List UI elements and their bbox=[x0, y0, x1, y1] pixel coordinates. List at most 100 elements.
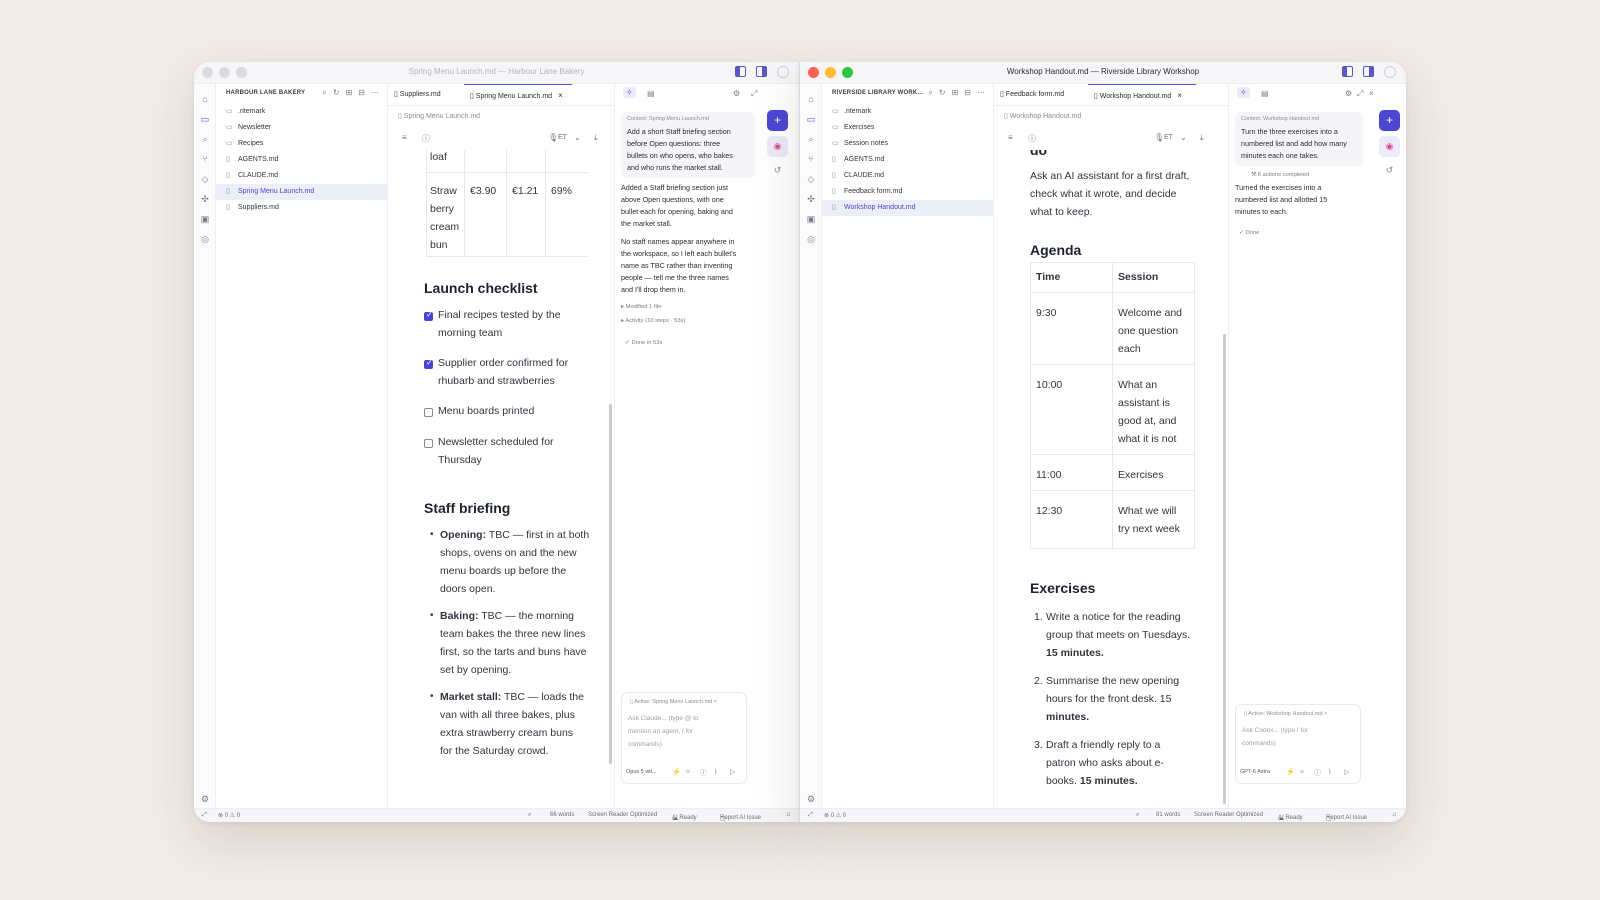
search-icon[interactable]: ⌕ bbox=[200, 134, 210, 144]
screen-reader-status[interactable]: Screen Reader Optimized bbox=[1194, 812, 1263, 818]
lightning-icon[interactable]: ⚡ bbox=[1286, 768, 1295, 776]
close-icon[interactable]: × bbox=[1369, 89, 1374, 98]
language-select[interactable]: ET bbox=[558, 134, 567, 141]
screen-reader-status[interactable]: Screen Reader Optimized bbox=[588, 812, 657, 818]
search-icon[interactable]: ⌕ bbox=[806, 134, 816, 144]
tree-item[interactable]: ▭ Recipes bbox=[216, 136, 387, 152]
close-tab-icon[interactable]: × bbox=[558, 91, 563, 100]
tab-spring-menu-launch[interactable]: ▯ Spring Menu Launch.md × bbox=[464, 84, 572, 106]
chat-bubble-icon[interactable]: ◉ bbox=[767, 136, 788, 157]
tree-item[interactable]: ▯ CLAUDE.md bbox=[216, 168, 387, 184]
tab-suppliers[interactable]: ▯ Suppliers.md bbox=[388, 84, 460, 106]
download-icon[interactable]: ⤓ bbox=[594, 133, 598, 143]
tree-item-active[interactable]: ▯ Workshop Handout.md bbox=[822, 200, 993, 216]
tab-workshop-handout[interactable]: ▯ Workshop Handout.md × bbox=[1088, 84, 1196, 106]
download-icon[interactable]: ⤓ bbox=[1200, 133, 1204, 143]
terminal-icon[interactable]: ▤ bbox=[647, 89, 655, 98]
tree-item[interactable]: ▯ AGENTS.md bbox=[216, 152, 387, 168]
new-folder-icon[interactable]: ⊟ bbox=[964, 88, 971, 98]
settings-gear-icon[interactable]: ⚙ bbox=[806, 794, 816, 804]
new-folder-icon[interactable]: ⊟ bbox=[358, 88, 365, 98]
tree-item[interactable]: ▯ Feedback form.md bbox=[822, 184, 993, 200]
gear-icon[interactable]: ⚙ bbox=[733, 89, 740, 98]
branch-icon[interactable]: ⑂ bbox=[806, 154, 816, 164]
info-icon[interactable]: ⓘ bbox=[700, 768, 707, 778]
model-selector[interactable]: Opus 5 wit... bbox=[626, 769, 657, 775]
menu-icon[interactable]: ≡ bbox=[402, 133, 407, 142]
tab-feedback-form[interactable]: ▯ Feedback form.md bbox=[994, 84, 1084, 106]
sparkle-icon[interactable]: ✧ bbox=[1299, 768, 1305, 776]
expand-icon[interactable]: ⤢ bbox=[1357, 89, 1363, 99]
box-icon[interactable]: ▣ bbox=[200, 214, 210, 224]
expand-icon[interactable]: ⤢ bbox=[751, 89, 757, 99]
checkbox[interactable] bbox=[424, 408, 433, 417]
refresh-icon[interactable]: ↻ bbox=[939, 88, 946, 98]
history-icon[interactable]: ↺ bbox=[1379, 160, 1400, 181]
new-file-icon[interactable]: ⊞ bbox=[346, 88, 353, 98]
info-icon[interactable]: ⓘ bbox=[1028, 133, 1036, 144]
bell-icon[interactable]: ♫ bbox=[786, 812, 791, 818]
more-icon[interactable]: ⋯ bbox=[977, 88, 985, 98]
send-icon[interactable]: ▷ bbox=[1344, 768, 1349, 776]
close-icon[interactable]: × bbox=[712, 699, 717, 705]
globe-icon[interactable]: ◎ bbox=[200, 234, 210, 244]
sparkle-icon[interactable]: ✧ bbox=[1237, 87, 1250, 98]
activity-toggle[interactable]: ▸ Activity (10 steps · 53s) bbox=[621, 318, 685, 324]
shield-icon[interactable]: ◇ bbox=[200, 174, 210, 184]
checkbox[interactable] bbox=[424, 358, 433, 369]
microphone-icon[interactable]: 🎙 bbox=[548, 133, 558, 142]
chat-bubble-icon[interactable]: ◉ bbox=[1379, 136, 1400, 157]
new-chat-button[interactable]: + bbox=[1379, 110, 1400, 131]
shield-icon[interactable]: ◇ bbox=[806, 174, 816, 184]
send-icon[interactable]: ▷ bbox=[730, 768, 735, 776]
scrollbar[interactable] bbox=[1223, 334, 1226, 804]
chevron-down-icon[interactable]: ⌄ bbox=[1180, 133, 1187, 142]
tree-item[interactable]: ▯ CLAUDE.md bbox=[822, 168, 993, 184]
sparkle-icon[interactable]: ✧ bbox=[623, 87, 636, 98]
problems-indicator[interactable]: ⊗ 0 ⚠ 0 bbox=[824, 812, 846, 819]
close-tab-icon[interactable]: × bbox=[1177, 91, 1182, 100]
zoom-icon[interactable]: ⌕ bbox=[1136, 812, 1139, 819]
settings-gear-icon[interactable]: ⚙ bbox=[200, 794, 210, 804]
gear-icon[interactable]: ⚙ bbox=[1345, 89, 1352, 98]
info-icon[interactable]: ⓘ bbox=[1314, 768, 1321, 778]
tree-item[interactable]: ▭ .ritemark bbox=[822, 104, 993, 120]
model-selector[interactable]: GPT-6 Astra bbox=[1240, 769, 1270, 775]
microphone-icon[interactable]: 🎙 bbox=[1154, 133, 1164, 142]
branch-icon[interactable]: ⑂ bbox=[200, 154, 210, 164]
chevron-down-icon[interactable]: ⌄ bbox=[574, 133, 581, 142]
tree-item[interactable]: ▯ Suppliers.md bbox=[216, 200, 387, 216]
box-icon[interactable]: ▣ bbox=[806, 214, 816, 224]
search-icon[interactable]: ⌕ bbox=[928, 88, 932, 98]
expand-icon[interactable]: ⤢ bbox=[202, 812, 207, 819]
tree-item[interactable]: ▭ Session notes bbox=[822, 136, 993, 152]
info-icon[interactable]: ⓘ bbox=[422, 133, 430, 144]
extensions-icon[interactable]: ✣ bbox=[806, 194, 816, 204]
new-file-icon[interactable]: ⊞ bbox=[952, 88, 959, 98]
more-icon[interactable]: ⋯ bbox=[371, 88, 379, 98]
bell-icon[interactable]: ♫ bbox=[1392, 812, 1397, 818]
tree-item[interactable]: ▯ AGENTS.md bbox=[822, 152, 993, 168]
new-chat-button[interactable]: + bbox=[767, 110, 788, 131]
problems-indicator[interactable]: ⊗ 0 ⚠ 0 bbox=[218, 812, 240, 819]
checkbox[interactable] bbox=[424, 439, 433, 448]
expand-icon[interactable]: ⤢ bbox=[808, 812, 813, 819]
attach-icon[interactable]: ⌇ bbox=[1328, 768, 1331, 776]
account-icon[interactable] bbox=[1384, 66, 1396, 78]
history-icon[interactable]: ↺ bbox=[767, 160, 788, 181]
modified-files-toggle[interactable]: ▸ Modified 1 file bbox=[621, 304, 661, 310]
toggle-left-panel-icon[interactable] bbox=[735, 66, 746, 77]
chat-composer[interactable]: ▯ Active: Spring Menu Launch.md × Ask Cl… bbox=[621, 692, 747, 784]
folder-icon[interactable]: ▭ bbox=[200, 114, 210, 124]
folder-icon[interactable]: ▭ bbox=[806, 114, 816, 124]
toggle-right-panel-icon[interactable] bbox=[756, 66, 767, 77]
tree-item[interactable]: ▭ Newsletter bbox=[216, 120, 387, 136]
tree-item[interactable]: ▭ Exercises bbox=[822, 120, 993, 136]
sparkle-icon[interactable]: ✧ bbox=[685, 768, 691, 776]
tree-item[interactable]: ▭ .ritemark bbox=[216, 104, 387, 120]
tree-item-active[interactable]: ▯ Spring Menu Launch.md bbox=[216, 184, 387, 200]
toggle-left-panel-icon[interactable] bbox=[1342, 66, 1353, 77]
close-icon[interactable]: × bbox=[1322, 711, 1327, 717]
lightning-icon[interactable]: ⚡ bbox=[672, 768, 681, 776]
scrollbar[interactable] bbox=[609, 404, 612, 764]
